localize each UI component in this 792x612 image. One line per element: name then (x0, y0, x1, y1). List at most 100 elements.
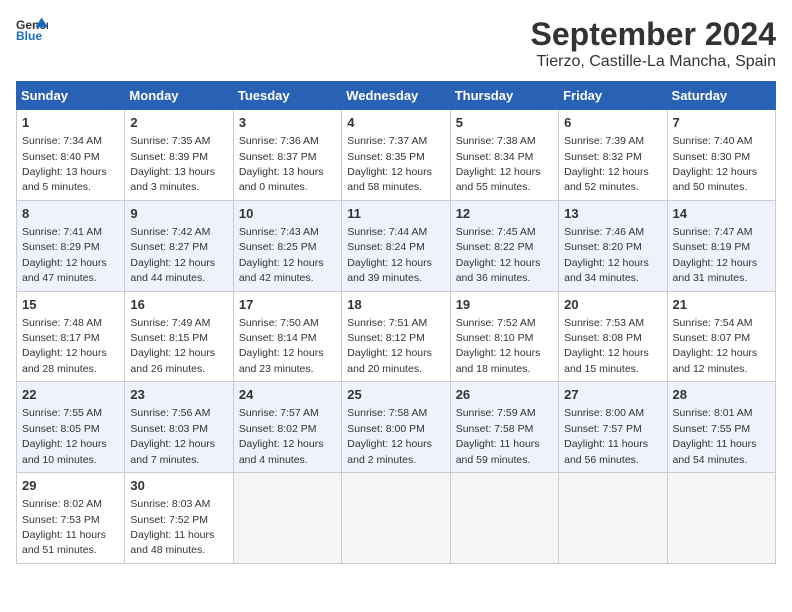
header-saturday: Saturday (667, 82, 775, 110)
day-info: Sunrise: 7:55 AMSunset: 8:05 PMDaylight:… (22, 407, 107, 465)
day-number: 14 (673, 205, 770, 223)
day-number: 5 (456, 114, 553, 132)
day-info: Sunrise: 7:34 AMSunset: 8:40 PMDaylight:… (22, 135, 107, 193)
day-number: 12 (456, 205, 553, 223)
calendar-cell: 2Sunrise: 7:35 AMSunset: 8:39 PMDaylight… (125, 110, 233, 201)
calendar-cell: 22 Sunrise: 7:55 AMSunset: 8:05 PMDayligh… (17, 382, 125, 473)
day-number: 11 (347, 205, 444, 223)
day-number: 8 (22, 205, 119, 223)
day-info: Sunrise: 7:57 AMSunset: 8:02 PMDaylight:… (239, 407, 324, 465)
calendar-row: 22 Sunrise: 7:55 AMSunset: 8:05 PMDayligh… (17, 382, 776, 473)
calendar-cell: 3Sunrise: 7:36 AMSunset: 8:37 PMDaylight… (233, 110, 341, 201)
header-monday: Monday (125, 82, 233, 110)
calendar-cell: 10Sunrise: 7:43 AMSunset: 8:25 PMDayligh… (233, 200, 341, 291)
calendar-cell: 25 Sunrise: 7:58 AMSunset: 8:00 PMDayligh… (342, 382, 450, 473)
calendar-cell: 5 Sunrise: 7:38 AMSunset: 8:34 PMDaylight… (450, 110, 558, 201)
logo: General Blue (16, 16, 48, 44)
day-info: Sunrise: 7:44 AMSunset: 8:24 PMDaylight:… (347, 226, 432, 284)
day-number: 20 (564, 296, 661, 314)
day-number: 13 (564, 205, 661, 223)
calendar-cell: 19 Sunrise: 7:52 AMSunset: 8:10 PMDayligh… (450, 291, 558, 382)
day-number: 19 (456, 296, 553, 314)
day-number: 1 (22, 114, 119, 132)
day-number: 24 (239, 386, 336, 404)
weekday-header-row: Sunday Monday Tuesday Wednesday Thursday… (17, 82, 776, 110)
day-info: Sunrise: 7:49 AMSunset: 8:15 PMDaylight:… (130, 317, 215, 375)
day-info: Sunrise: 7:58 AMSunset: 8:00 PMDaylight:… (347, 407, 432, 465)
day-info: Sunrise: 7:51 AMSunset: 8:12 PMDaylight:… (347, 317, 432, 375)
day-number: 9 (130, 205, 227, 223)
calendar-cell: 6Sunrise: 7:39 AMSunset: 8:32 PMDaylight… (559, 110, 667, 201)
calendar-cell (450, 473, 558, 564)
calendar-cell: 8 Sunrise: 7:41 AMSunset: 8:29 PMDaylight… (17, 200, 125, 291)
title-area: September 2024 Tierzo, Castille-La Manch… (531, 16, 776, 71)
calendar-cell: 29 Sunrise: 8:02 AMSunset: 7:53 PMDayligh… (17, 473, 125, 564)
day-number: 28 (673, 386, 770, 404)
calendar-cell: 14 Sunrise: 7:47 AMSunset: 8:19 PMDayligh… (667, 200, 775, 291)
day-number: 26 (456, 386, 553, 404)
calendar-table: Sunday Monday Tuesday Wednesday Thursday… (16, 81, 776, 564)
calendar-cell: 24 Sunrise: 7:57 AMSunset: 8:02 PMDayligh… (233, 382, 341, 473)
month-title: September 2024 (531, 16, 776, 53)
calendar-cell (233, 473, 341, 564)
header-friday: Friday (559, 82, 667, 110)
day-info: Sunrise: 7:41 AMSunset: 8:29 PMDaylight:… (22, 226, 107, 284)
calendar-cell: 18 Sunrise: 7:51 AMSunset: 8:12 PMDayligh… (342, 291, 450, 382)
day-number: 21 (673, 296, 770, 314)
calendar-cell: 11 Sunrise: 7:44 AMSunset: 8:24 PMDayligh… (342, 200, 450, 291)
calendar-cell: 21 Sunrise: 7:54 AMSunset: 8:07 PMDayligh… (667, 291, 775, 382)
calendar-cell: 7 Sunrise: 7:40 AMSunset: 8:30 PMDaylight… (667, 110, 775, 201)
calendar-cell: 1 Sunrise: 7:34 AMSunset: 8:40 PMDaylight… (17, 110, 125, 201)
calendar-cell (667, 473, 775, 564)
calendar-cell: 13 Sunrise: 7:46 AMSunset: 8:20 PMDayligh… (559, 200, 667, 291)
day-info: Sunrise: 7:56 AMSunset: 8:03 PMDaylight:… (130, 407, 215, 465)
calendar-cell: 26Sunrise: 7:59 AMSunset: 7:58 PMDayligh… (450, 382, 558, 473)
calendar-row: 29 Sunrise: 8:02 AMSunset: 7:53 PMDayligh… (17, 473, 776, 564)
day-number: 27 (564, 386, 661, 404)
day-number: 23 (130, 386, 227, 404)
svg-text:Blue: Blue (16, 29, 42, 43)
day-info: Sunrise: 7:42 AMSunset: 8:27 PMDaylight:… (130, 226, 215, 284)
calendar-cell: 20 Sunrise: 7:53 AMSunset: 8:08 PMDayligh… (559, 291, 667, 382)
calendar-cell: 28 Sunrise: 8:01 AMSunset: 7:55 PMDayligh… (667, 382, 775, 473)
day-info: Sunrise: 7:40 AMSunset: 8:30 PMDaylight:… (673, 135, 758, 193)
day-info: Sunrise: 7:50 AMSunset: 8:14 PMDaylight:… (239, 317, 324, 375)
day-number: 16 (130, 296, 227, 314)
calendar-cell (559, 473, 667, 564)
logo-icon: General Blue (16, 16, 48, 44)
header-tuesday: Tuesday (233, 82, 341, 110)
header-wednesday: Wednesday (342, 82, 450, 110)
day-info: Sunrise: 7:53 AMSunset: 8:08 PMDaylight:… (564, 317, 649, 375)
header-thursday: Thursday (450, 82, 558, 110)
day-info: Sunrise: 7:38 AMSunset: 8:34 PMDaylight:… (456, 135, 541, 193)
header-sunday: Sunday (17, 82, 125, 110)
day-number: 22 (22, 386, 119, 404)
day-number: 15 (22, 296, 119, 314)
day-info: Sunrise: 7:47 AMSunset: 8:19 PMDaylight:… (673, 226, 758, 284)
day-info: Sunrise: 8:02 AMSunset: 7:53 PMDaylight:… (22, 498, 106, 556)
location-title: Tierzo, Castille-La Mancha, Spain (531, 53, 776, 71)
day-number: 18 (347, 296, 444, 314)
calendar-cell: 23 Sunrise: 7:56 AMSunset: 8:03 PMDayligh… (125, 382, 233, 473)
day-number: 2 (130, 114, 227, 132)
day-info: Sunrise: 7:48 AMSunset: 8:17 PMDaylight:… (22, 317, 107, 375)
day-info: Sunrise: 7:45 AMSunset: 8:22 PMDaylight:… (456, 226, 541, 284)
day-number: 25 (347, 386, 444, 404)
calendar-cell: 27Sunrise: 8:00 AMSunset: 7:57 PMDayligh… (559, 382, 667, 473)
day-info: Sunrise: 7:46 AMSunset: 8:20 PMDaylight:… (564, 226, 649, 284)
calendar-row: 1 Sunrise: 7:34 AMSunset: 8:40 PMDaylight… (17, 110, 776, 201)
calendar-cell: 30Sunrise: 8:03 AMSunset: 7:52 PMDayligh… (125, 473, 233, 564)
day-number: 29 (22, 477, 119, 495)
calendar-row: 8 Sunrise: 7:41 AMSunset: 8:29 PMDaylight… (17, 200, 776, 291)
calendar-cell: 4Sunrise: 7:37 AMSunset: 8:35 PMDaylight… (342, 110, 450, 201)
day-number: 7 (673, 114, 770, 132)
day-number: 3 (239, 114, 336, 132)
calendar-cell: 9 Sunrise: 7:42 AMSunset: 8:27 PMDaylight… (125, 200, 233, 291)
day-info: Sunrise: 8:01 AMSunset: 7:55 PMDaylight:… (673, 407, 757, 465)
day-number: 17 (239, 296, 336, 314)
calendar-cell: 17 Sunrise: 7:50 AMSunset: 8:14 PMDayligh… (233, 291, 341, 382)
day-info: Sunrise: 7:52 AMSunset: 8:10 PMDaylight:… (456, 317, 541, 375)
day-number: 10 (239, 205, 336, 223)
day-number: 4 (347, 114, 444, 132)
day-info: Sunrise: 7:54 AMSunset: 8:07 PMDaylight:… (673, 317, 758, 375)
